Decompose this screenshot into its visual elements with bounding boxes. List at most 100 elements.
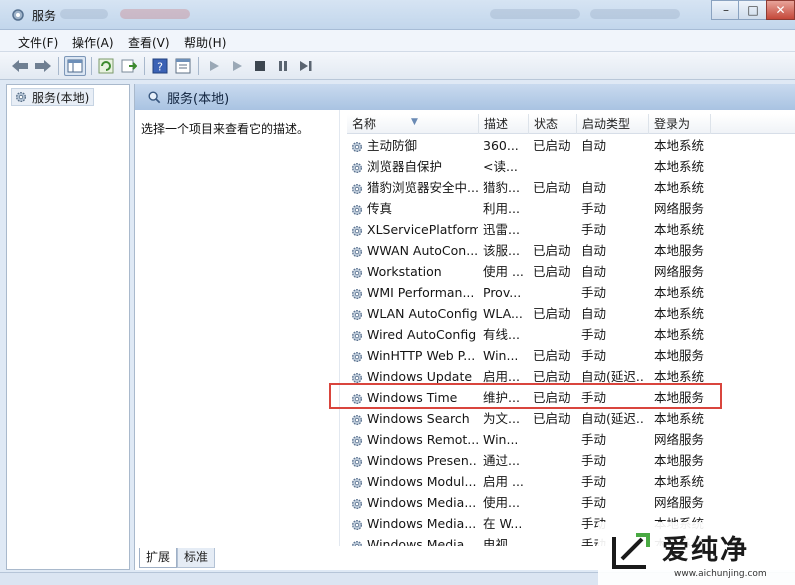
column-header-startup-type[interactable]: 启动类型: [577, 114, 649, 134]
service-startup-type-cell: 手动: [581, 474, 607, 489]
service-name-cell: Windows Media...: [350, 534, 478, 546]
table-row[interactable]: WMI Performan... Prov... 手动 本地系统: [347, 282, 795, 303]
stop-service-button[interactable]: [250, 56, 270, 76]
main-header: 服务(本地): [135, 84, 795, 110]
service-name-text: 主动防御: [367, 138, 418, 153]
table-row[interactable]: Windows Modul... 启用 ... 手动 本地系统: [347, 471, 795, 492]
toolbar-separator: [198, 57, 199, 75]
service-startup-type-cell: 自动: [581, 138, 607, 153]
title-bar: 服务 – □ ✕: [0, 0, 795, 30]
service-status-cell: [533, 513, 579, 534]
service-startup-type-cell: 自动: [581, 306, 607, 321]
service-startup-type-cell: 手动: [581, 390, 607, 405]
service-description-cell: WLA...: [483, 306, 523, 321]
export-list-button[interactable]: [119, 56, 139, 76]
table-row[interactable]: Windows Media... 使用... 手动 网络服务: [347, 492, 795, 513]
service-gear-icon: [350, 475, 364, 489]
services-table: ▼ 名称 描述 状态 启动类型 登录为 主动防御 360... 已启动 自动 本地系统浏…: [347, 114, 795, 546]
service-description-cell: 利用...: [483, 201, 520, 216]
column-header-description[interactable]: 描述: [479, 114, 529, 134]
service-status-cell: 已启动: [533, 306, 571, 321]
service-startup-type-cell: 手动: [581, 348, 607, 363]
table-row[interactable]: Windows Update 启用... 已启动 自动(延迟... 本地系统: [347, 366, 795, 387]
column-headers: ▼ 名称 描述 状态 启动类型 登录为: [347, 114, 795, 134]
service-description-cell: Win...: [483, 348, 519, 363]
restart-service-icon: [300, 61, 312, 71]
service-name-text: Windows Media...: [367, 537, 477, 546]
table-row[interactable]: Windows Remot... Win... 手动 网络服务: [347, 429, 795, 450]
start-service-icon: [210, 61, 219, 71]
table-row[interactable]: Windows Time 维护... 已启动 手动 本地服务: [347, 387, 795, 408]
service-description-cell: 使用 ...: [483, 264, 524, 279]
table-row[interactable]: WWAN AutoCon... 该服... 已启动 自动 本地服务: [347, 240, 795, 261]
refresh-button[interactable]: [96, 56, 116, 76]
service-name-cell: 传真: [350, 198, 478, 219]
table-row[interactable]: Workstation 使用 ... 已启动 自动 网络服务: [347, 261, 795, 282]
column-header-name[interactable]: ▼ 名称: [347, 114, 479, 134]
service-gear-icon: [350, 412, 364, 426]
tab-standard[interactable]: 标准: [177, 548, 216, 568]
column-header-logon-as[interactable]: 登录为: [649, 114, 711, 134]
start-service-button[interactable]: [204, 56, 224, 76]
service-logon-cell: 本地系统: [654, 180, 705, 195]
blurred-tab-strip: [60, 9, 108, 19]
toolbar-separator: [58, 57, 59, 75]
service-name-text: 浏览器自保护: [367, 159, 443, 174]
column-header-status[interactable]: 状态: [529, 114, 577, 134]
properties-icon: [175, 58, 191, 74]
tree-item-services-local[interactable]: 服务(本地): [11, 88, 95, 106]
service-description-cell: 该服...: [483, 243, 520, 258]
tab-extended[interactable]: 扩展: [139, 548, 178, 568]
service-startup-type-cell: 手动: [581, 201, 607, 216]
start-service-alt-icon: [233, 61, 242, 71]
service-logon-cell: 本地服务: [654, 390, 705, 405]
table-row[interactable]: XLServicePlatform 迅雷... 手动 本地系统: [347, 219, 795, 240]
toolbar: ?: [0, 52, 795, 80]
pause-service-button[interactable]: [273, 56, 293, 76]
service-logon-cell: 本地系统: [654, 306, 705, 321]
service-name-cell: Windows Search: [350, 408, 478, 429]
window-title: 服务: [32, 9, 57, 23]
main-header-title: 服务(本地): [167, 91, 230, 107]
menu-file[interactable]: 文件(F): [18, 34, 58, 51]
service-description-cell: 在 W...: [483, 516, 523, 531]
service-logon-cell: 网络服务: [654, 495, 705, 510]
table-row[interactable]: Windows Search 为文... 已启动 自动(延迟... 本地系统: [347, 408, 795, 429]
table-row[interactable]: Windows Presen... 通过... 手动 本地服务: [347, 450, 795, 471]
forward-button[interactable]: [33, 56, 53, 76]
service-gear-icon: [350, 328, 364, 342]
table-row[interactable]: 猎豹浏览器安全中... 猎豹... 已启动 自动 本地系统: [347, 177, 795, 198]
table-row[interactable]: 浏览器自保护 <读... 本地系统: [347, 156, 795, 177]
service-name-text: Windows Remot...: [367, 432, 478, 447]
service-status-cell: 已启动: [533, 348, 571, 363]
help-button[interactable]: ?: [150, 56, 170, 76]
menu-bar: 文件(F) 操作(A) 查看(V) 帮助(H): [0, 30, 795, 52]
main-pane: 服务(本地) 选择一个项目来查看它的描述。 ▼ 名称 描述 状态 启动类型 登录…: [134, 84, 795, 570]
minimize-button[interactable]: –: [711, 0, 741, 20]
blurred-tab-strip: [490, 9, 580, 19]
back-button[interactable]: [10, 56, 30, 76]
table-row[interactable]: WinHTTP Web P... Win... 已启动 手动 本地服务: [347, 345, 795, 366]
menu-action[interactable]: 操作(A): [72, 34, 114, 51]
tree-item-label: 服务(本地): [32, 90, 90, 105]
service-logon-cell: 网络服务: [654, 201, 705, 216]
close-button[interactable]: ✕: [766, 0, 795, 20]
maximize-button[interactable]: □: [738, 0, 768, 20]
service-logon-cell: 本地系统: [654, 222, 705, 237]
restart-service-button[interactable]: [296, 56, 316, 76]
menu-help[interactable]: 帮助(H): [184, 34, 226, 51]
table-row[interactable]: 传真 利用... 手动 网络服务: [347, 198, 795, 219]
menu-view[interactable]: 查看(V): [128, 34, 170, 51]
start-service-alt-button[interactable]: [227, 56, 247, 76]
table-row[interactable]: Wired AutoConfig 有线... 手动 本地系统: [347, 324, 795, 345]
properties-button[interactable]: [173, 56, 193, 76]
service-gear-icon: [350, 223, 364, 237]
service-description-cell: 电视...: [483, 537, 520, 546]
watermark: 爱纯净 www.aichunjing.com: [598, 522, 795, 585]
service-gear-icon: [350, 538, 364, 546]
service-name-text: 传真: [367, 201, 393, 216]
service-name-cell: WWAN AutoCon...: [350, 240, 478, 261]
show-hide-tree-button[interactable]: [64, 56, 86, 76]
table-row[interactable]: 主动防御 360... 已启动 自动 本地系统: [347, 135, 795, 156]
table-row[interactable]: WLAN AutoConfig WLA... 已启动 自动 本地系统: [347, 303, 795, 324]
